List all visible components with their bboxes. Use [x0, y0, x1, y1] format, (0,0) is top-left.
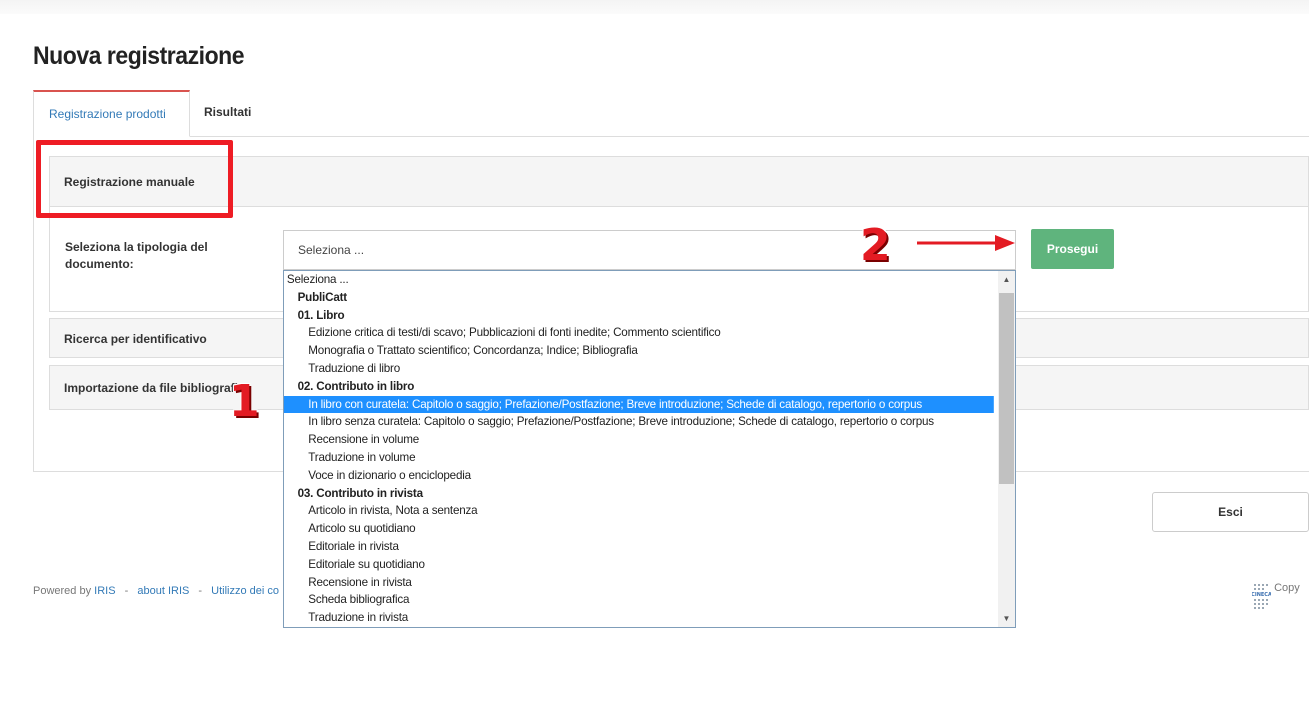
arrow-right-icon: [917, 235, 1015, 251]
tab-label: Registrazione prodotti: [49, 107, 166, 121]
iris-link[interactable]: IRIS: [94, 585, 115, 597]
document-type-select[interactable]: Seleziona ...: [283, 230, 1016, 270]
document-type-dropdown-list[interactable]: Seleziona ... PubliCatt 01. Libro Edizione …: [283, 270, 1016, 628]
scroll-down-arrow-icon[interactable]: ▼: [998, 610, 1015, 627]
annotation-highlight-box: [36, 140, 233, 218]
dropdown-option[interactable]: Traduzione in rivista: [284, 609, 994, 627]
dropdown-option[interactable]: Recensione in rivista: [284, 574, 994, 592]
dropdown-group-label: 02. Contributo in libro: [297, 378, 415, 393]
footer-copyright: CINECA Copy: [1251, 582, 1300, 618]
document-type-label: Seleziona la tipologia del documento:: [65, 240, 208, 271]
footer-separator: -: [124, 585, 129, 597]
dropdown-option[interactable]: Recensione in volume: [284, 431, 994, 449]
dropdown-option[interactable]: Seleziona ...: [284, 271, 994, 289]
cineca-logo: CINECA: [1251, 582, 1272, 618]
exit-button[interactable]: Esci: [1152, 492, 1309, 532]
cookie-policy-link[interactable]: Utilizzo dei co: [211, 585, 279, 597]
dropdown-scrollbar[interactable]: ▲ ▼: [998, 271, 1015, 627]
dropdown-option[interactable]: In libro con curatela: Capitolo o saggio…: [284, 395, 994, 414]
dropdown-option[interactable]: Articolo su quotidiano: [284, 520, 994, 538]
page-title: Nuova registrazione: [33, 42, 245, 70]
dropdown-group-label: PubliCatt: [297, 289, 348, 304]
footer: Powered by IRIS - about IRIS - Utilizzo …: [33, 585, 279, 597]
top-shade: [0, 0, 1309, 14]
dropdown-options: Seleziona ... PubliCatt 01. Libro Edizione …: [284, 271, 1015, 627]
tab-risultati[interactable]: Risultati: [204, 105, 251, 119]
dropdown-option[interactable]: Editoriale in rivista: [284, 538, 994, 556]
scroll-up-arrow-icon[interactable]: ▲: [998, 271, 1015, 288]
dropdown-option[interactable]: Scheda bibliografica: [284, 591, 994, 609]
dropdown-group-label: 01. Libro: [297, 307, 345, 322]
tab-registrazione-prodotti[interactable]: Registrazione prodotti: [33, 90, 190, 137]
dropdown-option[interactable]: Edizione critica di testi/di scavo; Pubb…: [284, 324, 994, 342]
footer-separator: -: [198, 585, 203, 597]
dropdown-option[interactable]: Traduzione di libro: [284, 360, 994, 378]
dropdown-option[interactable]: Editoriale su quotidiano: [284, 556, 994, 574]
annotation-marker-2: 2: [860, 220, 891, 271]
dropdown-option[interactable]: Monografia o Trattato scientifico; Conco…: [284, 342, 994, 360]
copyright-text: Copy: [1274, 582, 1300, 594]
continue-button[interactable]: Prosegui: [1031, 229, 1114, 269]
about-iris-link[interactable]: about IRIS: [137, 585, 189, 597]
scrollbar-thumb[interactable]: [999, 293, 1014, 484]
dropdown-option[interactable]: Articolo in rivista, Nota a sentenza: [284, 502, 994, 520]
annotation-marker-1: 1: [229, 376, 260, 427]
dropdown-group-label: 03. Contributo in rivista: [297, 485, 423, 500]
manual-registration-heading[interactable]: Registrazione manuale: [50, 157, 1308, 207]
powered-by-text: Powered by: [33, 585, 95, 597]
dropdown-option[interactable]: Traduzione in volume: [284, 449, 994, 467]
dropdown-option[interactable]: Voce in dizionario o enciclopedia: [284, 467, 994, 485]
dropdown-option[interactable]: In libro senza curatela: Capitolo o sagg…: [284, 413, 994, 431]
svg-text:CINECA: CINECA: [1252, 592, 1271, 598]
